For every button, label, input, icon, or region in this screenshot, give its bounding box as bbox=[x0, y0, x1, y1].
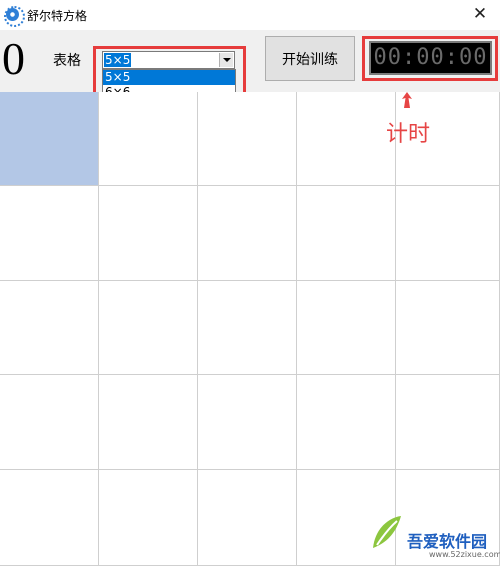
grid-cell[interactable] bbox=[297, 375, 396, 470]
grid-cell[interactable] bbox=[396, 281, 500, 375]
app-icon bbox=[4, 6, 25, 27]
grid-cell[interactable] bbox=[99, 92, 198, 186]
watermark-url: www.52zixue.com bbox=[429, 550, 500, 559]
grid-cell[interactable] bbox=[198, 186, 297, 281]
annotation-arrow-icon bbox=[402, 92, 412, 108]
grid-cell[interactable] bbox=[297, 186, 396, 281]
grid-cell[interactable] bbox=[99, 470, 198, 566]
grid-cell[interactable] bbox=[99, 281, 198, 375]
start-training-button[interactable]: 开始训练 bbox=[265, 36, 355, 81]
grid-cell[interactable] bbox=[99, 186, 198, 281]
grid-cell[interactable] bbox=[0, 470, 99, 566]
title-bar: 舒尔特方格 ✕ bbox=[0, 0, 500, 30]
counter-display: 0 bbox=[2, 33, 25, 84]
grid-cell[interactable] bbox=[0, 92, 99, 186]
close-icon[interactable]: ✕ bbox=[468, 3, 492, 25]
timer-annotation: 计时 bbox=[386, 122, 431, 147]
grid-cell[interactable] bbox=[0, 186, 99, 281]
watermark-logo bbox=[373, 516, 401, 548]
schulte-grid bbox=[0, 92, 500, 566]
table-size-label: 表格 bbox=[53, 53, 81, 69]
timer-display: 00:00:00 bbox=[369, 41, 492, 75]
grid-cell[interactable] bbox=[396, 375, 500, 470]
grid-cell[interactable] bbox=[198, 92, 297, 186]
window-title: 舒尔特方格 bbox=[27, 9, 88, 23]
grid-cell[interactable] bbox=[297, 281, 396, 375]
grid-cell[interactable] bbox=[99, 375, 198, 470]
grid-cell[interactable] bbox=[396, 186, 500, 281]
grid-cell[interactable] bbox=[297, 92, 396, 186]
grid-cell[interactable] bbox=[198, 281, 297, 375]
grid-cell[interactable] bbox=[0, 281, 99, 375]
grid-cell[interactable] bbox=[198, 375, 297, 470]
grid-cell[interactable] bbox=[0, 375, 99, 470]
grid-cell[interactable] bbox=[198, 470, 297, 566]
watermark-brand: 吾爱软件园 bbox=[407, 532, 488, 551]
